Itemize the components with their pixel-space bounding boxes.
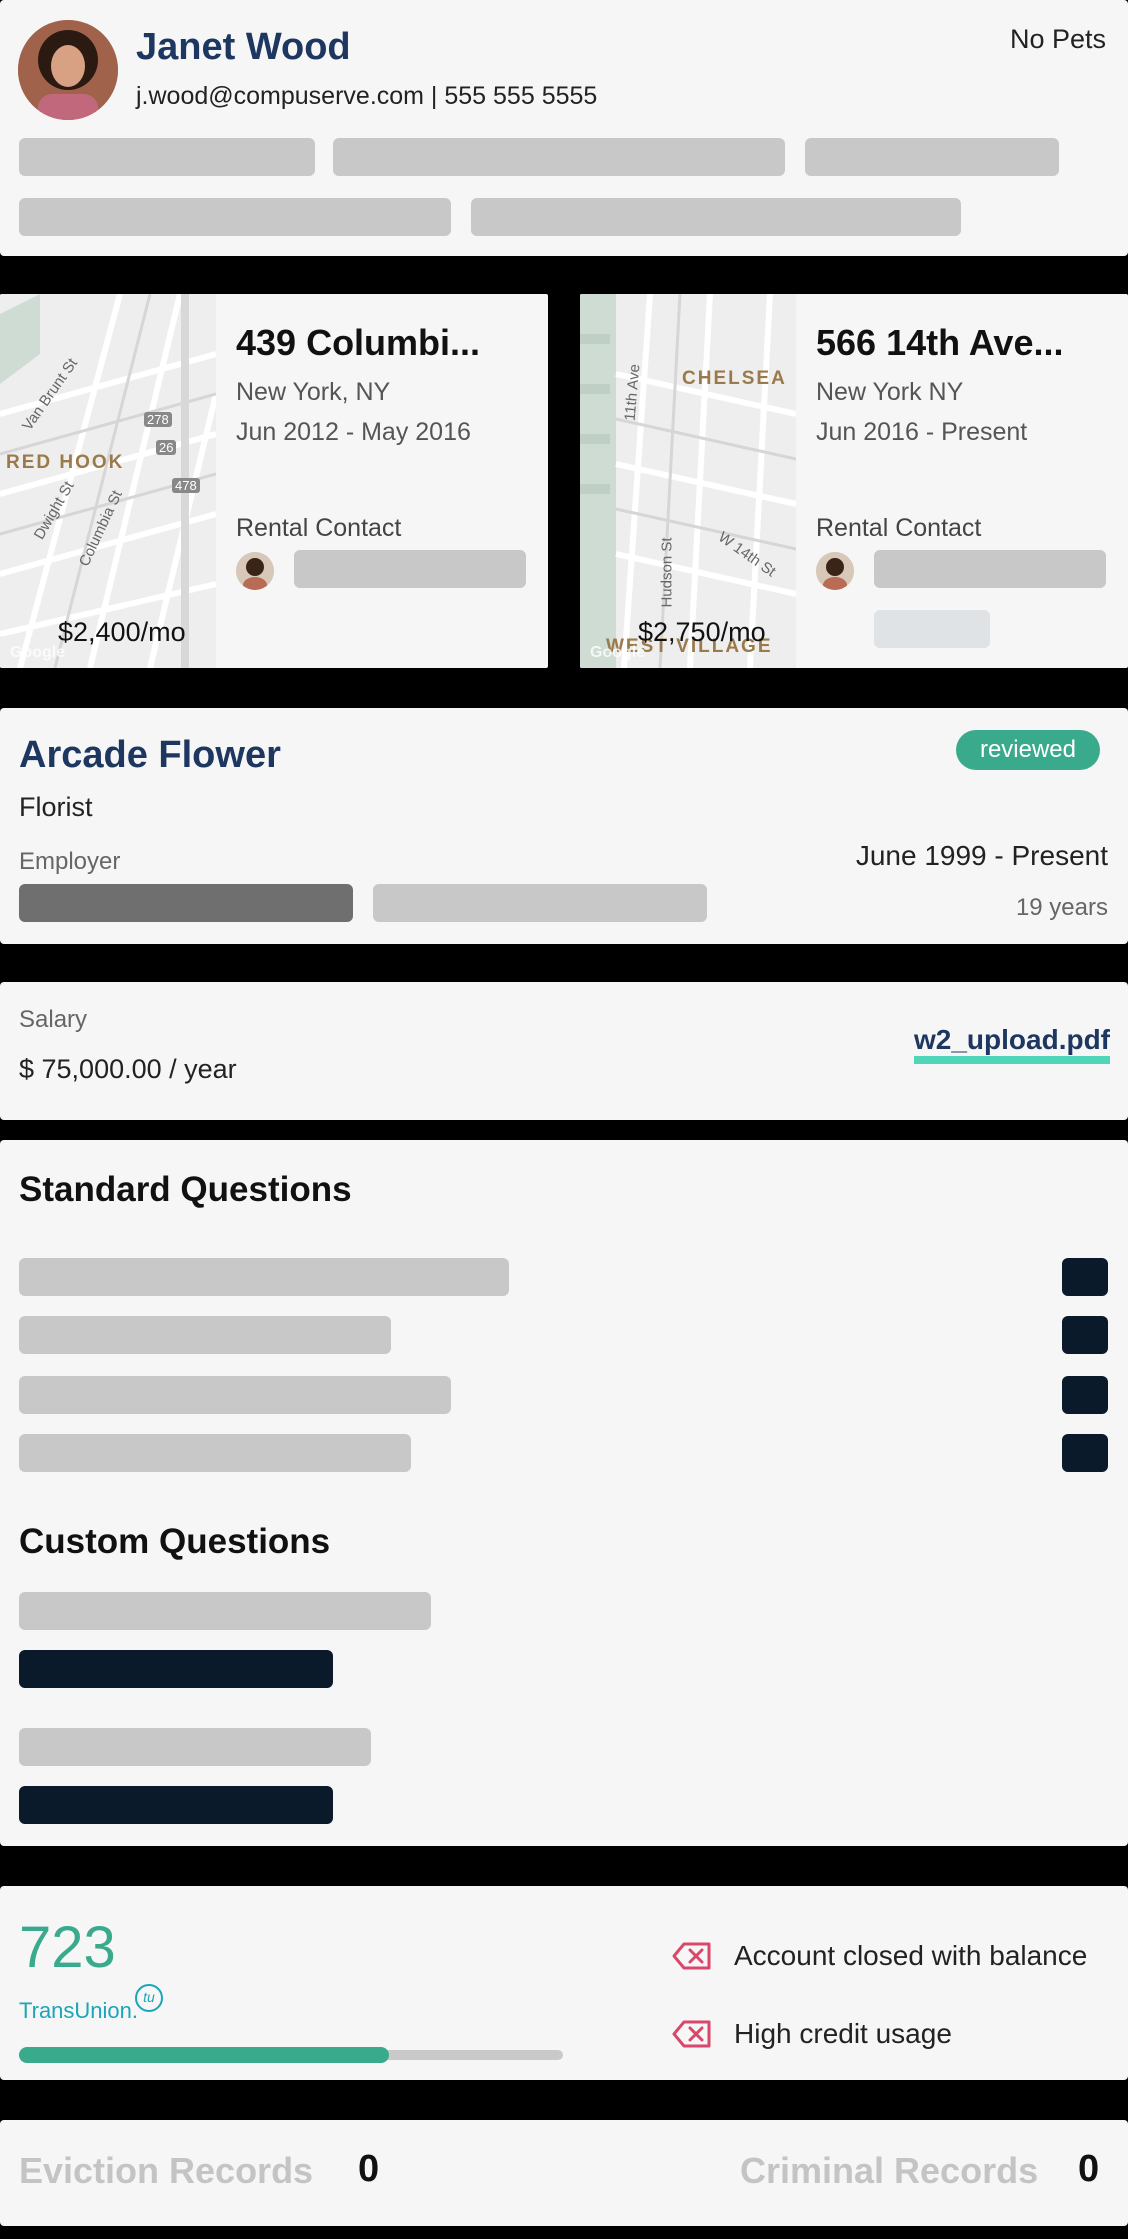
- placeholder-bar: [373, 884, 707, 922]
- applicant-profile-card: Janet Wood j.wood@compuserve.com | 555 5…: [0, 0, 1128, 256]
- flag-text: Account closed with balance: [734, 1940, 1088, 1971]
- eviction-records-label: Eviction Records: [19, 2150, 314, 2191]
- map-street-label: Hudson St: [658, 537, 676, 608]
- address-dates: Jun 2012 - May 2016: [236, 418, 471, 446]
- question-placeholder: [19, 1434, 411, 1472]
- questions-card: Standard Questions Custom Questions: [0, 1140, 1128, 1846]
- placeholder-bar: [805, 138, 1059, 176]
- credit-flag: High credit usage: [672, 2014, 952, 2054]
- rental-contact-label: Rental Contact: [236, 514, 402, 542]
- rent-price: $2,400/mo: [58, 617, 186, 647]
- transunion-logo: TransUnion.: [19, 1998, 139, 2023]
- question-placeholder: [19, 1376, 451, 1414]
- credit-card: 723 TransUnion. tu Account closed with b…: [0, 1886, 1128, 2080]
- employer-role: Florist: [19, 792, 93, 822]
- applicant-name: Janet Wood: [136, 26, 351, 68]
- custom-questions-title: Custom Questions: [19, 1522, 331, 1561]
- map-thumbnail: 11th Ave W 14th St Hudson St CHELSEA WES…: [580, 294, 796, 668]
- question-placeholder: [19, 1316, 391, 1354]
- placeholder-bar: [19, 198, 451, 236]
- answer-placeholder: [1062, 1258, 1108, 1296]
- placeholder-bar: [294, 550, 526, 588]
- placeholder-bar: [333, 138, 785, 176]
- answer-placeholder: [1062, 1316, 1108, 1354]
- question-placeholder: [19, 1592, 431, 1630]
- rental-contact-avatar: [236, 552, 274, 590]
- flag-x-icon: [672, 1942, 711, 1970]
- answer-placeholder: [19, 1786, 333, 1824]
- map-neighborhood-label: RED HOOK: [6, 452, 125, 473]
- placeholder-bar: [874, 610, 990, 648]
- credit-score: 723: [19, 1915, 116, 1980]
- eviction-records-count: 0: [358, 2148, 380, 2190]
- flag-x-icon: [672, 2020, 711, 2048]
- criminal-records-label: Criminal Records: [740, 2150, 1039, 2191]
- address-title: 439 Columbi...: [236, 322, 481, 363]
- address-city: New York, NY: [236, 378, 391, 406]
- map-neighborhood-label: CHELSEA: [682, 368, 787, 389]
- criminal-records-count: 0: [1078, 2148, 1100, 2190]
- answer-placeholder: [1062, 1434, 1108, 1472]
- credit-flag: Account closed with balance: [672, 1936, 1087, 1976]
- credit-score-bar: [19, 2047, 563, 2063]
- employer-card: Arcade Flower Florist Employer reviewed …: [0, 708, 1128, 944]
- placeholder-bar: [19, 884, 353, 922]
- address-card[interactable]: 11th Ave W 14th St Hudson St CHELSEA WES…: [580, 294, 1128, 668]
- employer-name: Arcade Flower: [19, 734, 281, 776]
- address-title: 566 14th Ave...: [816, 322, 1064, 363]
- address-city: New York NY: [816, 378, 964, 406]
- placeholder-bar: [471, 198, 961, 236]
- pets-status: No Pets: [1009, 24, 1106, 54]
- map-attribution: Google: [590, 644, 646, 661]
- salary-value: $ 75,000.00 / year: [19, 1054, 237, 1084]
- question-placeholder: [19, 1728, 371, 1766]
- address-card[interactable]: Van Brunt St Dwight St Columbia St RED H…: [0, 294, 548, 668]
- answer-placeholder: [19, 1650, 333, 1688]
- rental-contact-label: Rental Contact: [816, 514, 982, 542]
- highway-shield: 26: [156, 440, 177, 455]
- highway-shield: 278: [144, 412, 172, 427]
- standard-questions-title: Standard Questions: [19, 1170, 352, 1209]
- employer-label: Employer: [19, 848, 121, 875]
- applicant-contact: j.wood@compuserve.com | 555 555 5555: [136, 82, 598, 110]
- address-dates: Jun 2016 - Present: [816, 418, 1028, 446]
- salary-card: Salary $ 75,000.00 / year w2_upload.pdf: [0, 982, 1128, 1120]
- salary-label: Salary: [19, 1006, 88, 1033]
- employment-dates: June 1999 - Present: [855, 840, 1108, 871]
- w2-file-link[interactable]: w2_upload.pdf: [914, 1026, 1110, 1064]
- map-thumbnail: Van Brunt St Dwight St Columbia St RED H…: [0, 294, 216, 668]
- question-placeholder: [19, 1258, 509, 1296]
- placeholder-bar: [874, 550, 1106, 588]
- employment-duration: 19 years: [1015, 894, 1108, 921]
- map-attribution: Google: [10, 644, 66, 661]
- records-card: Eviction Records 0 Criminal Records 0: [0, 2120, 1128, 2226]
- placeholder-bar: [19, 138, 315, 176]
- transunion-mark: tu: [135, 1984, 163, 2012]
- answer-placeholder: [1062, 1376, 1108, 1414]
- flag-text: High credit usage: [734, 2018, 952, 2049]
- status-badge: reviewed: [955, 730, 1100, 770]
- avatar: [18, 20, 118, 120]
- rent-price: $2,750/mo: [638, 617, 766, 647]
- highway-shield: 478: [172, 478, 200, 493]
- credit-score-bar-fill: [19, 2047, 389, 2063]
- rental-contact-avatar: [816, 552, 854, 590]
